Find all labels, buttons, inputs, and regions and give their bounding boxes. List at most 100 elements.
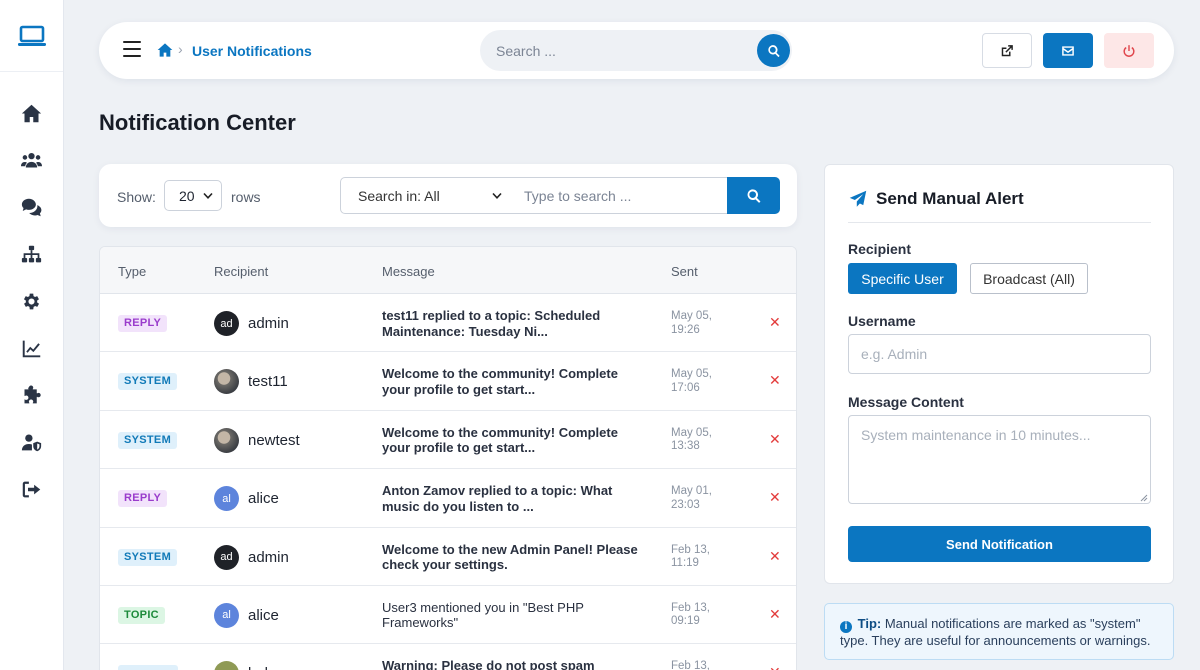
message-text[interactable]: Warning: Please do not post spam bbox=[382, 658, 644, 670]
sidebar-item-structure[interactable] bbox=[0, 231, 63, 278]
column-header-sent[interactable]: Sent bbox=[671, 264, 698, 279]
delete-icon[interactable]: ✕ bbox=[769, 664, 781, 670]
delete-icon[interactable]: ✕ bbox=[769, 314, 781, 331]
sent-timestamp: Feb 13, 11:19 bbox=[671, 544, 731, 571]
sent-time: 13:38 bbox=[671, 440, 700, 453]
recipient-name[interactable]: admin bbox=[248, 549, 289, 566]
sent-date: Feb 13, bbox=[671, 660, 710, 670]
type-badge bbox=[118, 665, 178, 670]
sent-time: 23:03 bbox=[671, 498, 700, 511]
message-text[interactable]: Anton Zamov replied to a topic: What mus… bbox=[382, 483, 644, 514]
send-notification-button[interactable]: Send Notification bbox=[848, 526, 1151, 562]
sitemap-icon bbox=[21, 245, 42, 263]
power-button[interactable] bbox=[1104, 33, 1154, 68]
sidebar-item-plugins[interactable] bbox=[0, 372, 63, 419]
type-badge: REPLY bbox=[118, 490, 168, 508]
sidebar-item-logout[interactable] bbox=[0, 466, 63, 513]
recipient-name[interactable]: newtest bbox=[248, 432, 300, 449]
messages-button[interactable] bbox=[1043, 33, 1093, 68]
sent-date: Feb 13, bbox=[671, 601, 710, 614]
column-header-type[interactable]: Type bbox=[118, 264, 146, 279]
message-text[interactable]: Welcome to the community! Complete your … bbox=[382, 425, 644, 456]
column-header-recipient[interactable]: Recipient bbox=[214, 264, 268, 279]
table-search-input[interactable] bbox=[510, 177, 728, 214]
table-search-button[interactable] bbox=[727, 177, 780, 214]
sent-date: May 05, bbox=[671, 426, 712, 439]
sidebar-item-settings[interactable] bbox=[0, 278, 63, 325]
chart-line-icon bbox=[22, 340, 41, 358]
avatar bbox=[214, 427, 239, 453]
message-content-textarea[interactable] bbox=[848, 415, 1151, 504]
gear-icon bbox=[23, 293, 40, 310]
sent-timestamp: May 05, 17:06 bbox=[671, 368, 731, 395]
type-badge: SYSTEM bbox=[118, 373, 178, 391]
broadcast-all-button[interactable]: Broadcast (All) bbox=[970, 263, 1088, 294]
filter-bar: Show: 20 rows Search in: All bbox=[99, 164, 797, 227]
specific-user-button[interactable]: Specific User bbox=[848, 263, 957, 294]
recipient-name[interactable]: alice bbox=[248, 607, 279, 624]
recipient-name[interactable]: bob bbox=[248, 665, 273, 670]
breadcrumb-home-icon[interactable] bbox=[157, 42, 173, 63]
delete-icon[interactable]: ✕ bbox=[769, 606, 781, 623]
global-search-button[interactable] bbox=[757, 34, 790, 67]
panel-title: Send Manual Alert bbox=[876, 189, 1024, 208]
recipient-name[interactable]: alice bbox=[248, 490, 279, 507]
column-header-message[interactable]: Message bbox=[382, 264, 435, 279]
global-search-input[interactable] bbox=[496, 40, 746, 62]
sidebar-item-home[interactable] bbox=[0, 90, 63, 137]
paper-plane-icon bbox=[849, 190, 867, 213]
sent-timestamp: May 01, 23:03 bbox=[671, 485, 731, 512]
table-row: bob Warning: Please do not post spam Feb… bbox=[100, 644, 796, 670]
sidebar-item-users[interactable] bbox=[0, 137, 63, 184]
sent-timestamp: Feb 13, bbox=[671, 660, 731, 670]
delete-icon[interactable]: ✕ bbox=[769, 548, 781, 565]
message-text[interactable]: test11 replied to a topic: Scheduled Mai… bbox=[382, 308, 644, 339]
sidebar-item-user-roles[interactable] bbox=[0, 419, 63, 466]
top-header: › User Notifications bbox=[99, 22, 1174, 79]
tip-box: i Tip: Manual notifications are marked a… bbox=[824, 603, 1174, 660]
type-badge: TOPIC bbox=[118, 606, 165, 624]
logout-icon bbox=[22, 481, 41, 498]
avatar: al bbox=[214, 602, 239, 628]
external-link-icon bbox=[1001, 44, 1013, 56]
chevron-down-icon bbox=[203, 192, 213, 199]
avatar bbox=[214, 661, 239, 670]
rows-per-page-select[interactable]: 20 bbox=[164, 180, 222, 211]
table-header: Type Recipient Message Sent bbox=[100, 247, 796, 294]
recipient-name[interactable]: admin bbox=[248, 315, 289, 332]
table-row: REPLY al alice Anton Zamov replied to a … bbox=[100, 469, 796, 528]
comments-icon bbox=[21, 198, 42, 217]
sidebar bbox=[0, 0, 64, 670]
type-badge: REPLY bbox=[118, 315, 168, 332]
page-title: Notification Center bbox=[99, 110, 296, 135]
recipient-name[interactable]: test11 bbox=[248, 373, 288, 390]
sent-date: May 05, bbox=[671, 368, 712, 381]
sidebar-item-analytics[interactable] bbox=[0, 325, 63, 372]
table-row: SYSTEM newtest Welcome to the community!… bbox=[100, 411, 796, 470]
message-text[interactable]: Welcome to the new Admin Panel! Please c… bbox=[382, 542, 644, 573]
menu-toggle-icon[interactable] bbox=[123, 41, 141, 61]
user-shield-icon bbox=[21, 434, 42, 452]
table-body: REPLY ad admin test11 replied to a topic… bbox=[100, 294, 796, 670]
laptop-logo-icon[interactable] bbox=[0, 0, 63, 72]
message-content-label: Message Content bbox=[848, 394, 964, 410]
notifications-table: Type Recipient Message Sent REPLY ad adm… bbox=[99, 246, 797, 670]
type-badge: SYSTEM bbox=[118, 431, 178, 449]
delete-icon[interactable]: ✕ bbox=[769, 431, 781, 448]
delete-icon[interactable]: ✕ bbox=[769, 489, 781, 506]
username-input[interactable] bbox=[848, 334, 1151, 374]
search-scope-select[interactable]: Search in: All bbox=[340, 177, 511, 214]
open-site-button[interactable] bbox=[982, 33, 1032, 68]
search-icon bbox=[767, 44, 780, 57]
info-icon: i bbox=[840, 621, 852, 633]
sent-timestamp: May 05, 13:38 bbox=[671, 427, 731, 454]
message-text[interactable]: Welcome to the community! Complete your … bbox=[382, 366, 644, 397]
sidebar-item-comments[interactable] bbox=[0, 184, 63, 231]
breadcrumb-separator-icon: › bbox=[178, 41, 183, 57]
sent-timestamp: Feb 13, 09:19 bbox=[671, 602, 731, 629]
message-text[interactable]: User3 mentioned you in "Best PHP Framewo… bbox=[382, 600, 644, 631]
rows-per-page-value: 20 bbox=[179, 187, 195, 204]
delete-icon[interactable]: ✕ bbox=[769, 372, 781, 389]
show-label: Show: bbox=[117, 189, 156, 205]
resize-handle-icon[interactable] bbox=[1139, 493, 1148, 502]
